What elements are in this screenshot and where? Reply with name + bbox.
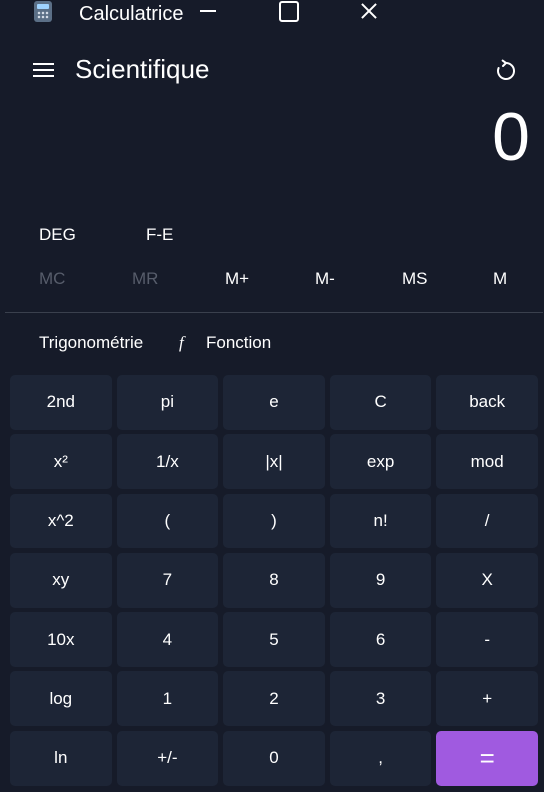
key-mod[interactable]: mod [436, 434, 538, 490]
memory-clear-button[interactable]: MC [39, 268, 65, 290]
key-3[interactable]: 3 [329, 671, 432, 727]
window-title: Calculatrice [79, 3, 184, 25]
key-decimal[interactable]: , [329, 730, 432, 786]
key-2nd[interactable]: 2nd [10, 375, 112, 430]
title-bar: Calculatrice [0, 0, 544, 28]
memory-add-button[interactable]: M+ [225, 268, 249, 290]
key-reciprocal[interactable]: 1/x [116, 434, 219, 490]
key-6[interactable]: 6 [329, 612, 432, 667]
key-pi[interactable]: pi [116, 375, 219, 430]
memory-store-button[interactable]: MS [402, 268, 428, 290]
function-dropdown[interactable]: Fonction [206, 332, 271, 354]
key-clear[interactable]: C [329, 375, 432, 430]
key-ten-power-x[interactable]: 10x [10, 612, 112, 667]
key-square[interactable]: x² [10, 434, 112, 490]
memory-list-button[interactable]: M [493, 268, 507, 290]
key-8[interactable]: 8 [223, 552, 325, 608]
key-2[interactable]: 2 [223, 671, 325, 727]
keypad: 2nd pi e C back x² 1/x |x| exp mod x^2 (… [10, 375, 538, 786]
key-exp[interactable]: exp [329, 434, 432, 490]
hamburger-menu-icon[interactable] [33, 61, 55, 79]
key-add[interactable]: + [436, 671, 538, 727]
key-open-paren[interactable]: ( [116, 493, 219, 549]
key-factorial[interactable]: n! [329, 493, 432, 549]
key-ln[interactable]: ln [10, 730, 112, 786]
key-back[interactable]: back [436, 375, 538, 430]
key-multiply[interactable]: X [436, 552, 538, 608]
key-absolute[interactable]: |x| [223, 434, 325, 490]
key-subtract[interactable]: - [436, 612, 538, 667]
key-x-power-2[interactable]: x^2 [10, 493, 112, 549]
trigonometry-dropdown[interactable]: Trigonométrie [39, 332, 143, 354]
fe-toggle-button[interactable]: F-E [146, 224, 173, 246]
key-4[interactable]: 4 [116, 612, 219, 667]
key-log[interactable]: log [10, 671, 112, 727]
history-icon[interactable] [494, 59, 518, 83]
key-equals[interactable]: = [436, 730, 538, 786]
close-button[interactable] [349, 0, 389, 26]
key-divide[interactable]: / [436, 493, 538, 549]
key-negate[interactable]: +/- [116, 730, 219, 786]
key-x-power-y[interactable]: xy [10, 552, 112, 608]
maximize-button[interactable] [268, 0, 308, 26]
calculator-app-icon [34, 1, 52, 22]
key-0[interactable]: 0 [223, 730, 325, 786]
key-e[interactable]: e [223, 375, 325, 430]
angle-mode-button[interactable]: DEG [39, 224, 76, 246]
divider [5, 312, 543, 313]
key-close-paren[interactable]: ) [223, 493, 325, 549]
memory-subtract-button[interactable]: M- [315, 268, 335, 290]
memory-recall-button[interactable]: MR [132, 268, 158, 290]
minimize-button[interactable] [188, 0, 228, 26]
key-1[interactable]: 1 [116, 671, 219, 727]
mode-title: Scientifique [75, 54, 210, 84]
key-5[interactable]: 5 [223, 612, 325, 667]
function-f-icon: f [179, 333, 184, 352]
result-display: 0 [492, 99, 530, 175]
key-7[interactable]: 7 [116, 552, 219, 608]
key-9[interactable]: 9 [329, 552, 432, 608]
